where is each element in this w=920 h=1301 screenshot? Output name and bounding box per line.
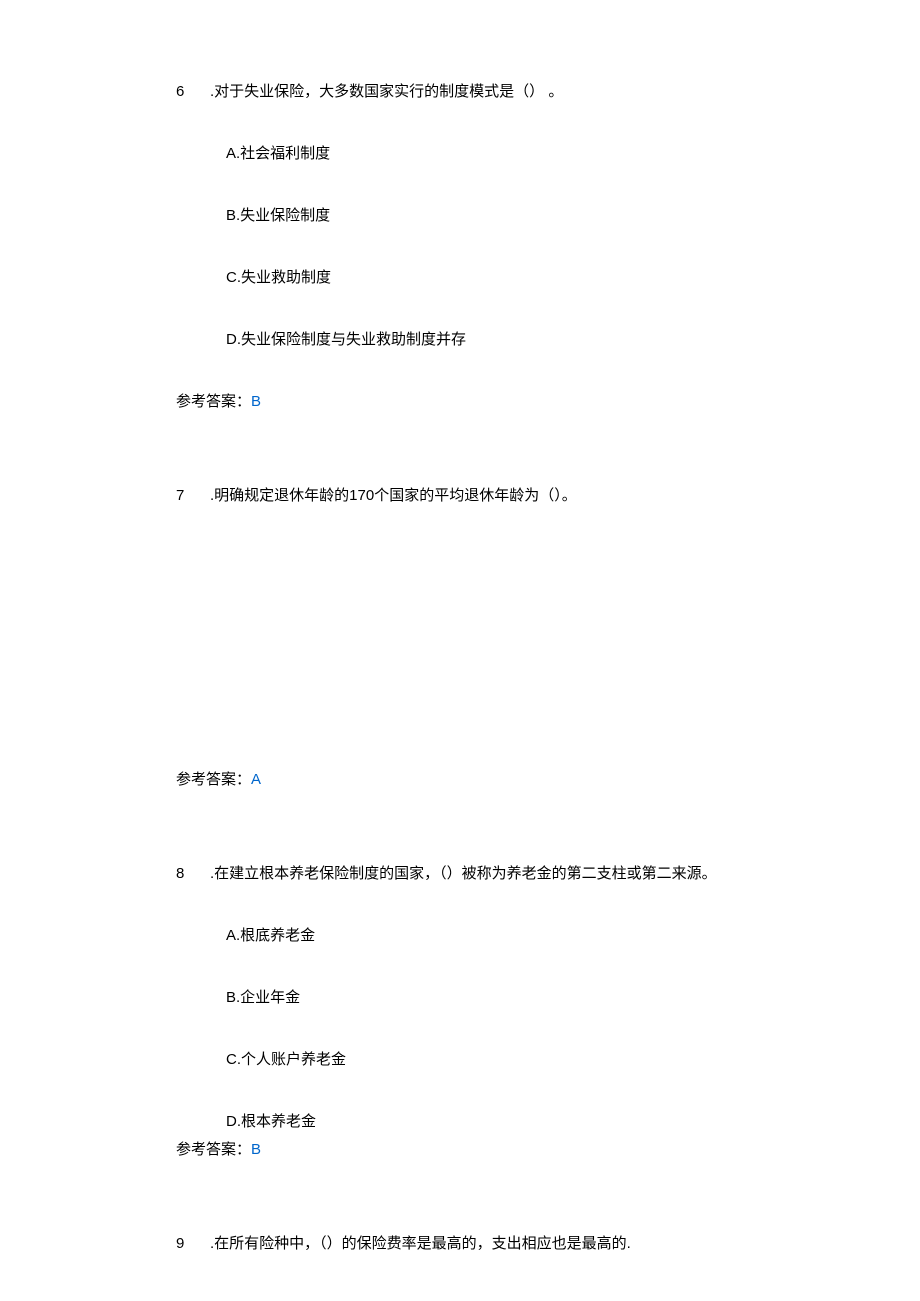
answer-label: 参考答案： <box>176 1141 251 1158</box>
question-number: 8 <box>176 862 210 886</box>
answer-label: 参考答案： <box>176 771 251 788</box>
option-a: A.社会福利制度 <box>176 142 800 166</box>
question-number: 9 <box>176 1232 210 1256</box>
answer-label: 参考答案： <box>176 393 251 410</box>
question-8: 8 .在建立根本养老保险制度的国家，（）被称为养老金的第二支柱或第二来源。 A.… <box>176 862 800 1162</box>
answer-value: B <box>251 393 261 410</box>
question-text-prefix: .明确规定退休年龄的 <box>210 487 349 504</box>
question-7: 7 .明确规定退休年龄的170个国家的平均退休年龄为（）。 参考答案：A <box>176 484 800 792</box>
question-number: 6 <box>176 80 210 104</box>
option-a: A.根底养老金 <box>176 924 800 948</box>
question-text: .在所有险种中，（）的保险费率是最高的，支出相应也是最高的. <box>210 1232 800 1256</box>
question-text-suffix: 个国家的平均退休年龄为（）。 <box>374 487 577 504</box>
option-c: C.个人账户养老金 <box>176 1048 800 1072</box>
answer-value: B <box>251 1141 261 1158</box>
answer-line: 参考答案：A <box>176 768 800 792</box>
spacer <box>176 508 800 768</box>
option-b: B.企业年金 <box>176 986 800 1010</box>
answer-value: A <box>251 771 261 788</box>
question-8-stem: 8 .在建立根本养老保险制度的国家，（）被称为养老金的第二支柱或第二来源。 <box>176 862 800 886</box>
option-d: D.根本养老金 <box>176 1110 800 1134</box>
question-text-number: 170 <box>349 487 374 504</box>
answer-line: 参考答案：B <box>176 390 800 414</box>
question-number: 7 <box>176 484 210 508</box>
question-6: 6 .对于失业保险，大多数国家实行的制度模式是（） 。 A.社会福利制度 B.失… <box>176 80 800 414</box>
question-7-stem: 7 .明确规定退休年龄的170个国家的平均退休年龄为（）。 <box>176 484 800 508</box>
option-c: C.失业救助制度 <box>176 266 800 290</box>
question-text: .对于失业保险，大多数国家实行的制度模式是（） 。 <box>210 80 800 104</box>
question-6-stem: 6 .对于失业保险，大多数国家实行的制度模式是（） 。 <box>176 80 800 104</box>
answer-line: 参考答案：B <box>176 1138 800 1162</box>
question-text: .在建立根本养老保险制度的国家，（）被称为养老金的第二支柱或第二来源。 <box>210 862 800 886</box>
option-b: B.失业保险制度 <box>176 204 800 228</box>
question-9: 9 .在所有险种中，（）的保险费率是最高的，支出相应也是最高的. <box>176 1232 800 1256</box>
question-9-stem: 9 .在所有险种中，（）的保险费率是最高的，支出相应也是最高的. <box>176 1232 800 1256</box>
option-d: D.失业保险制度与失业救助制度并存 <box>176 328 800 352</box>
question-text: .明确规定退休年龄的170个国家的平均退休年龄为（）。 <box>210 484 800 508</box>
